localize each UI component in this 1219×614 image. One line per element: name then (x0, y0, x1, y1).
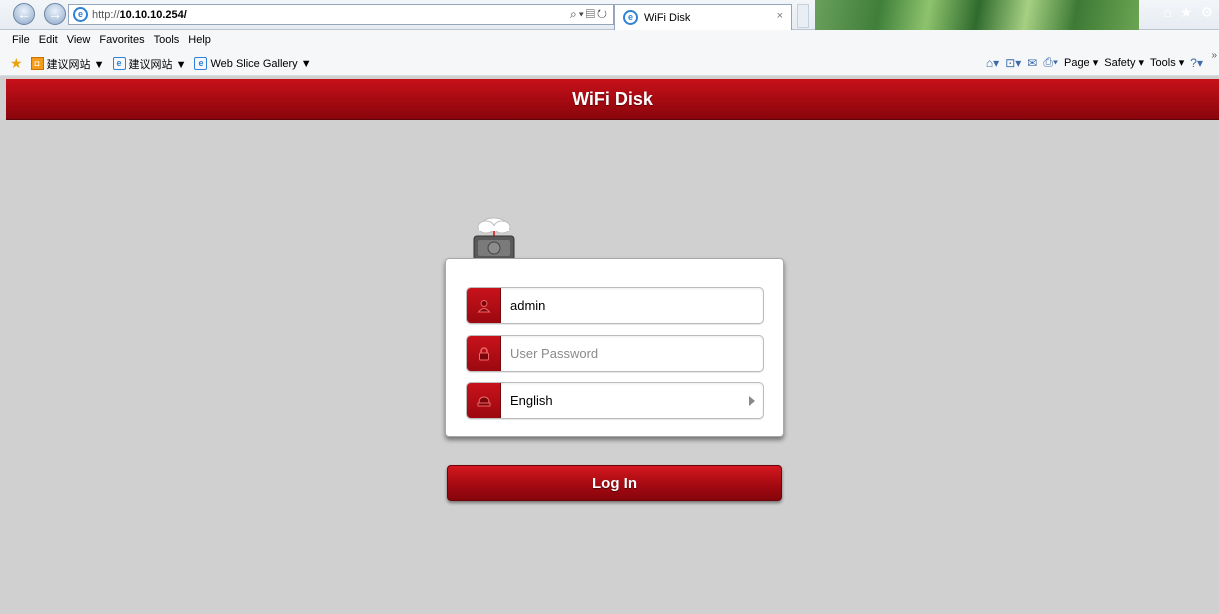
favorites-bar: ★ ◘ 建议网站 ▼ e 建议网站 ▼ e Web Slice Gallery … (0, 50, 1219, 76)
help-icon[interactable]: ?▾ (1190, 56, 1203, 70)
menu-bar: File Edit View Favorites Tools Help (0, 30, 1219, 50)
language-value: English (510, 393, 553, 408)
command-safety[interactable]: Safety ▾ (1104, 56, 1144, 69)
app-header: WiFi Disk (6, 79, 1219, 120)
language-select[interactable]: English (466, 382, 764, 419)
menu-favorites[interactable]: Favorites (99, 34, 144, 46)
back-button[interactable]: ← (13, 3, 35, 25)
browser-title-bar: ← → e http://10.10.10.254/ ⌕▾▤↻ e WiFi D… (0, 0, 1219, 30)
user-icon (467, 288, 501, 323)
command-tools[interactable]: Tools ▾ (1150, 56, 1184, 69)
username-field (466, 287, 764, 324)
forward-button[interactable]: → (44, 3, 66, 25)
favorite-item-2[interactable]: e 建议网站 ▼ (112, 56, 186, 72)
new-tab-button[interactable] (797, 4, 809, 28)
chevron-right-icon (749, 395, 755, 406)
back-arrow-icon: ← (17, 6, 31, 22)
menu-file[interactable]: File (12, 34, 30, 46)
ie-tab-icon: e (623, 10, 638, 25)
ie-page-icon: e (73, 7, 88, 22)
add-favorites-star-icon[interactable]: ★ (10, 55, 23, 72)
orange-site-icon: ◘ (30, 57, 44, 70)
ie-page-icon: e (194, 57, 208, 70)
browser-toolbar-icons: ⌂ ★ ⚙ (1163, 4, 1213, 21)
language-icon (467, 383, 501, 418)
lock-icon (467, 336, 501, 371)
gear-icon[interactable]: ⚙ (1200, 4, 1213, 21)
menu-help[interactable]: Help (188, 34, 211, 46)
page-title: WiFi Disk (572, 88, 653, 109)
login-card: English (445, 258, 784, 437)
menu-tools[interactable]: Tools (154, 34, 180, 46)
home-tool-icon[interactable]: ⌂▾ (986, 56, 999, 70)
address-url[interactable]: http://10.10.10.254/ (92, 9, 187, 21)
favorite-item-3[interactable]: e Web Slice Gallery ▼ (194, 57, 312, 70)
password-field (466, 335, 764, 372)
menu-view[interactable]: View (67, 34, 91, 46)
close-tab-icon[interactable]: × (777, 10, 783, 22)
forward-arrow-icon: → (48, 6, 62, 22)
browser-theme-decoration (815, 0, 1139, 30)
feeds-icon[interactable]: ⊡▾ (1005, 56, 1021, 70)
cloud-disk-icon (473, 217, 515, 260)
favorite-item-1[interactable]: ◘ 建议网站 ▼ (30, 56, 105, 72)
command-page[interactable]: Page ▾ (1064, 56, 1098, 69)
mail-icon[interactable]: ✉ (1027, 56, 1037, 70)
tab-wifi-disk[interactable]: e WiFi Disk × (614, 4, 792, 30)
print-icon[interactable]: ⎙▾ (1043, 55, 1058, 70)
login-button[interactable]: Log In (447, 465, 782, 501)
ie-page-icon: e (112, 57, 126, 70)
password-input[interactable] (501, 336, 751, 371)
favorites-star-icon[interactable]: ★ (1180, 4, 1193, 21)
home-icon[interactable]: ⌂ (1163, 4, 1171, 21)
tab-title: WiFi Disk (644, 11, 691, 24)
search-refresh-icons[interactable]: ⌕▾▤↻ (570, 7, 609, 22)
menu-edit[interactable]: Edit (39, 34, 58, 46)
username-input[interactable] (501, 288, 751, 323)
chevron-more-icon[interactable]: » (1211, 50, 1217, 61)
address-bar[interactable]: e http://10.10.10.254/ ⌕▾▤↻ (68, 4, 614, 25)
